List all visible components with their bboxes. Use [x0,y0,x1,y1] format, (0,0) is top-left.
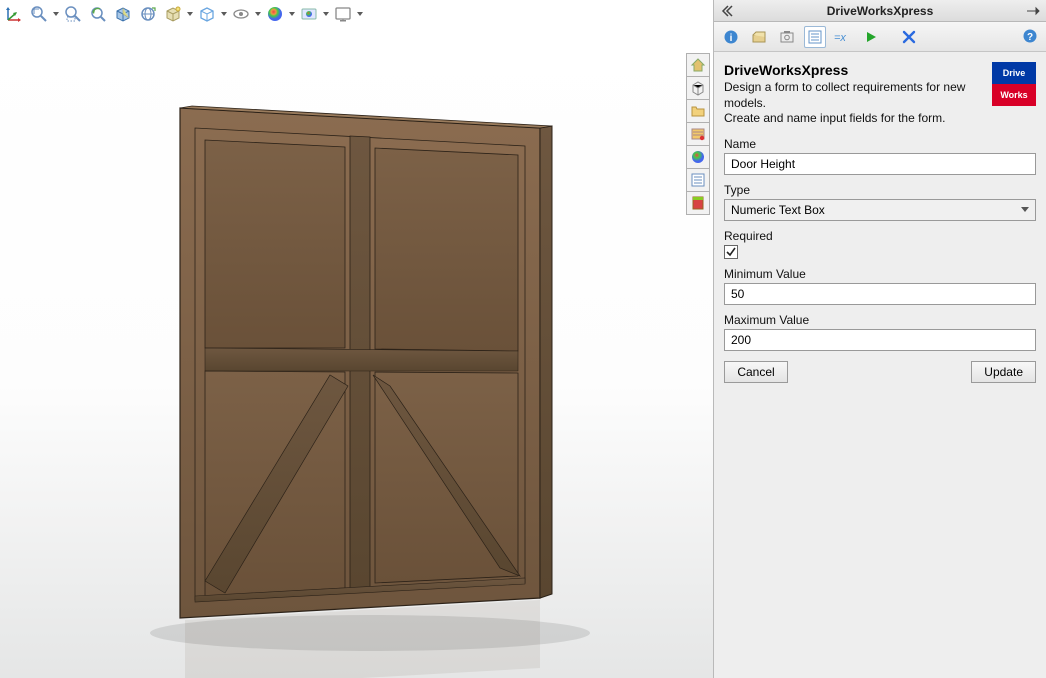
type-select[interactable]: Numeric Text Box [724,199,1036,221]
fm-appearance-icon[interactable] [686,145,710,169]
view-triad-icon[interactable] [2,2,26,26]
hide-show-dropdown[interactable] [220,2,228,26]
type-select-value: Numeric Text Box [731,203,825,217]
apply-scene-icon[interactable] [297,2,321,26]
section-view-icon[interactable] [111,2,135,26]
pane-header: DriveWorksXpress Design a form to collec… [724,62,1036,127]
eye-visibility-icon[interactable] [229,2,253,26]
svg-text:=x: =x [834,32,846,44]
rules-icon[interactable]: =x [832,26,854,48]
edit-appearance-dropdown[interactable] [288,2,296,26]
svg-text:?: ? [1027,32,1033,43]
type-label: Type [724,183,1036,197]
task-pane: DriveWorksXpress i =x [713,0,1046,678]
help-icon[interactable]: ? [1020,26,1040,46]
view-settings-dropdown[interactable] [356,2,364,26]
min-value-input[interactable] [724,283,1036,305]
svg-text:i: i [730,33,733,44]
pane-desc-line1: Design a form to collect requirements fo… [724,80,984,111]
captured-icon[interactable] [776,26,798,48]
display-style-icon[interactable] [161,2,185,26]
required-label: Required [724,229,1036,243]
view-toolbar [0,0,713,28]
pane-toolbar: i =x ? [714,22,1046,52]
run-icon[interactable] [860,26,882,48]
min-label: Minimum Value [724,267,1036,281]
name-label: Name [724,137,1036,151]
pane-heading: DriveWorksXpress [724,62,984,78]
max-value-input[interactable] [724,329,1036,351]
display-style-dropdown[interactable] [186,2,194,26]
driveworks-logo: Drive Works [992,62,1036,106]
feature-manager-tabs [686,53,713,214]
fm-home-icon[interactable] [686,53,710,77]
hide-show-icon[interactable] [195,2,219,26]
fm-red-icon[interactable] [686,191,710,215]
pane-body: DriveWorksXpress Design a form to collec… [714,52,1046,678]
eye-visibility-dropdown[interactable] [254,2,262,26]
view-settings-icon[interactable] [331,2,355,26]
zoom-fit-icon[interactable] [27,2,51,26]
fm-property-icon[interactable] [686,168,710,192]
graphics-viewport[interactable] [0,28,713,678]
pane-pin-icon[interactable] [1024,2,1042,20]
components-icon[interactable] [748,26,770,48]
pane-desc-line2: Create and name input fields for the for… [724,111,984,127]
chevron-down-icon [1021,207,1029,212]
logo-bottom: Works [992,84,1036,106]
close-icon[interactable] [898,26,920,48]
logo-top: Drive [992,62,1036,84]
pane-titlebar: DriveWorksXpress [714,0,1046,22]
update-button[interactable]: Update [971,361,1036,383]
edit-appearance-icon[interactable] [263,2,287,26]
info-icon[interactable]: i [720,26,742,48]
previous-view-icon[interactable] [86,2,110,26]
fm-folder-icon[interactable] [686,99,710,123]
max-label: Maximum Value [724,313,1036,327]
dynamic-view-icon[interactable] [136,2,160,26]
required-checkbox[interactable] [724,245,738,259]
zoom-area-icon[interactable] [61,2,85,26]
pane-collapse-icon[interactable] [718,2,736,20]
pane-title-text: DriveWorksXpress [827,4,934,18]
fm-cube-icon[interactable] [686,76,710,100]
form-icon[interactable] [804,26,826,48]
name-input[interactable] [724,153,1036,175]
apply-scene-dropdown[interactable] [322,2,330,26]
cancel-button[interactable]: Cancel [724,361,788,383]
fm-study-icon[interactable] [686,122,710,146]
zoom-fit-dropdown[interactable] [52,2,60,26]
